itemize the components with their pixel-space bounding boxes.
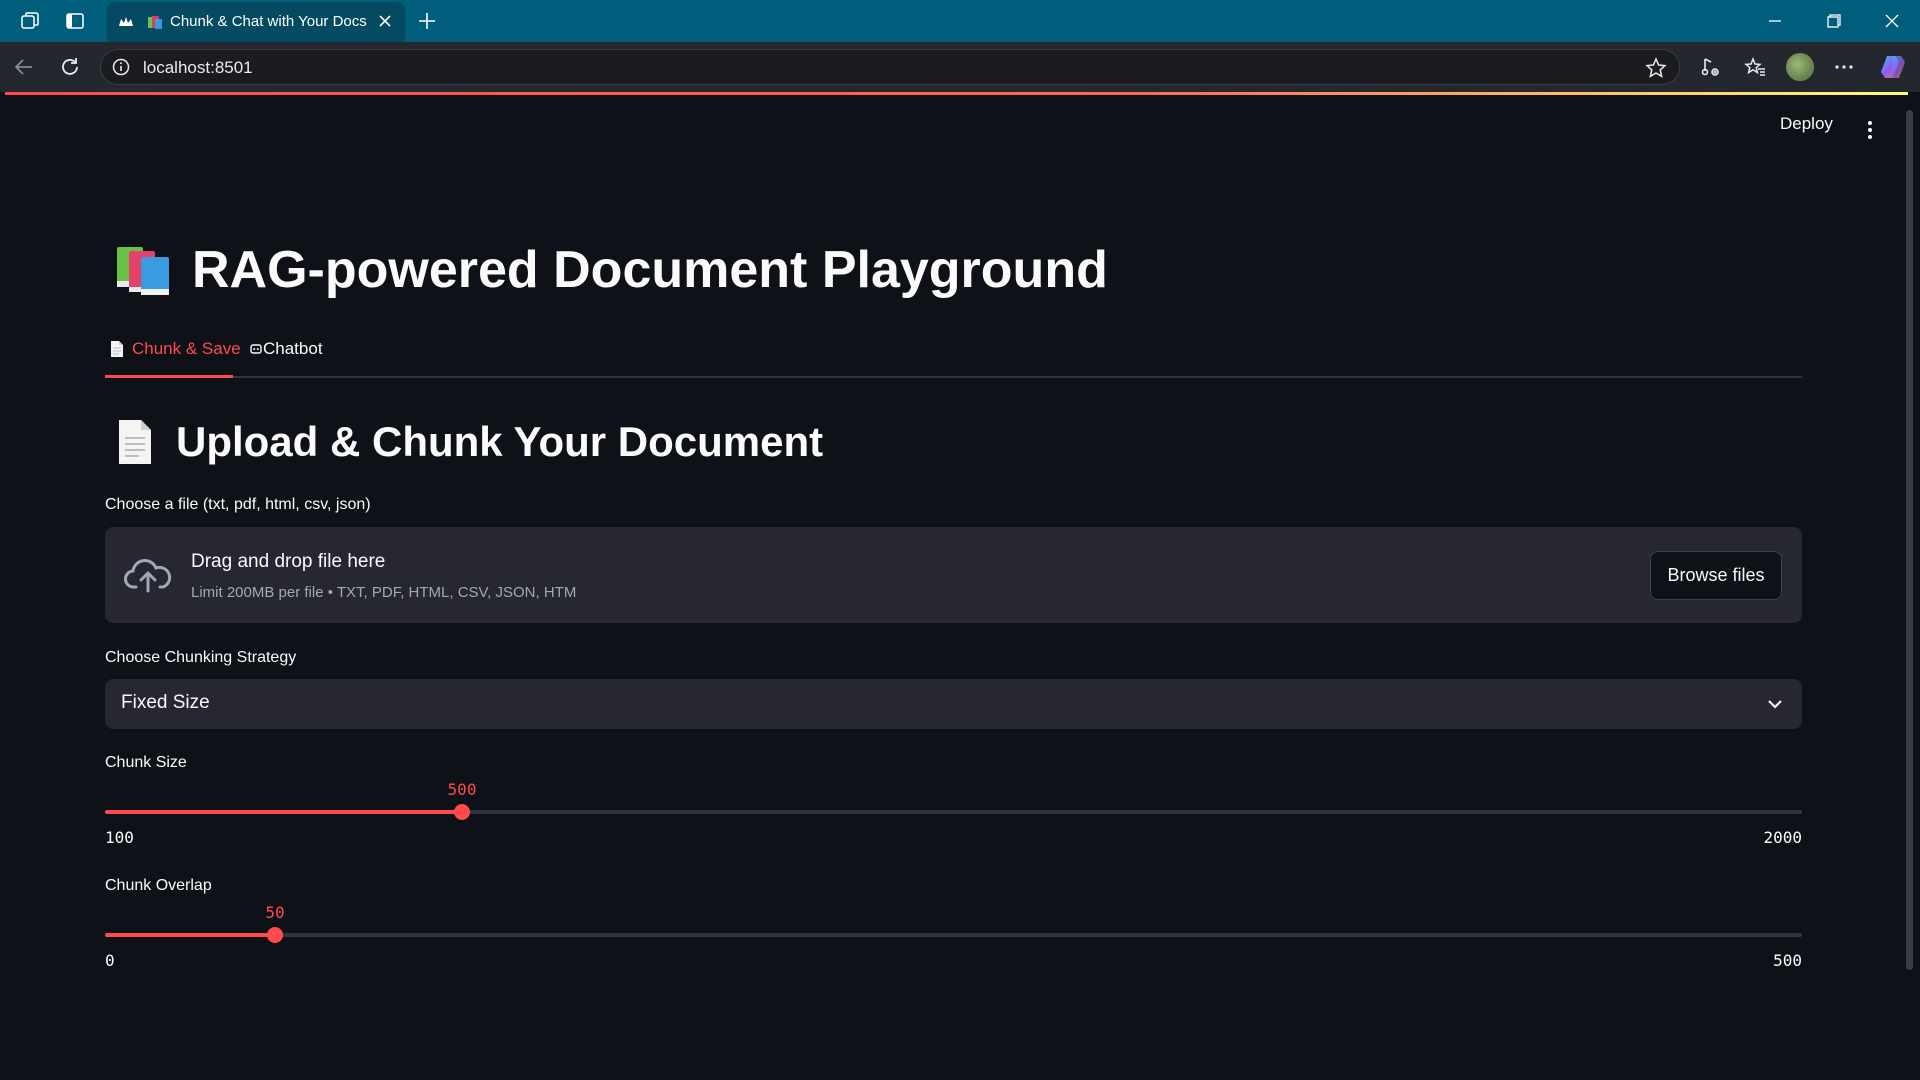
restore-icon[interactable]: [1806, 0, 1862, 42]
chunk-size-slider[interactable]: 500 100 2000: [105, 780, 1802, 850]
slider-min: 0: [105, 951, 115, 970]
tab-chatbot-label: Chatbot: [263, 339, 323, 358]
favorites-icon[interactable]: [1742, 54, 1768, 80]
tab-chunk-save-label: Chunk & Save: [132, 339, 241, 358]
slider-track[interactable]: [105, 933, 1802, 937]
chevron-down-icon: [1768, 700, 1782, 709]
chunk-overlap-label: Chunk Overlap: [105, 877, 212, 894]
dropzone-title: Drag and drop file here: [191, 551, 386, 572]
page-title: RAG-powered Document Playground: [192, 241, 1108, 299]
copilot-icon[interactable]: [1879, 54, 1907, 80]
strategy-label: Choose Chunking Strategy: [105, 649, 297, 666]
page-facing-up-icon: [111, 341, 123, 357]
chunk-overlap-slider[interactable]: 50 0 500: [105, 903, 1802, 973]
tab-actions-icon[interactable]: [63, 9, 87, 33]
books-emoji-icon: [148, 16, 162, 29]
address-bar-row: localhost:8501: [0, 42, 1920, 92]
more-icon[interactable]: [1831, 54, 1857, 80]
page-facing-up-icon: [119, 420, 151, 464]
tab-chunk-save[interactable]: Chunk & Save: [105, 336, 241, 378]
slider-thumb[interactable]: [454, 804, 470, 820]
avatar[interactable]: [1786, 53, 1814, 81]
scrollbar[interactable]: [1906, 110, 1913, 970]
dropzone-subtitle: Limit 200MB per file • TXT, PDF, HTML, C…: [191, 584, 577, 601]
streamlit-crown-icon: [119, 17, 133, 26]
books-emoji-icon: [117, 247, 169, 295]
kebab-menu-icon[interactable]: [1866, 120, 1874, 140]
slider-min: 100: [105, 828, 134, 847]
slider-fill: [105, 810, 462, 814]
url-text[interactable]: localhost:8501: [143, 58, 253, 78]
back-arrow-icon[interactable]: [11, 54, 37, 80]
browse-files-button[interactable]: Browse files: [1650, 551, 1782, 600]
slider-thumb[interactable]: [267, 927, 283, 943]
info-icon[interactable]: [112, 58, 130, 76]
slider-max: 2000: [1763, 828, 1802, 847]
chunking-strategy-select[interactable]: Fixed Size: [105, 679, 1802, 729]
slider-max: 500: [1773, 951, 1802, 970]
tab-list: Chunk & Save Chatbot: [105, 336, 1802, 378]
tab-chatbot[interactable]: Chatbot: [250, 336, 334, 376]
uploader-label: Choose a file (txt, pdf, html, csv, json…: [105, 496, 371, 513]
refresh-icon[interactable]: [57, 54, 83, 80]
select-value: Fixed Size: [121, 692, 210, 713]
url-bar[interactable]: localhost:8501: [100, 49, 1680, 85]
chunk-size-label: Chunk Size: [105, 754, 187, 771]
slider-fill: [105, 933, 275, 937]
section-title: Upload & Chunk Your Document: [176, 418, 824, 465]
slider-value: 50: [265, 903, 285, 922]
cloud-upload-icon: [124, 559, 172, 593]
file-dropzone[interactable]: Drag and drop file here Limit 200MB per …: [105, 527, 1802, 623]
workspaces-icon[interactable]: [18, 9, 42, 33]
star-icon[interactable]: [1645, 57, 1667, 79]
robot-icon: [250, 344, 262, 354]
browser-tab-bar: Chunk & Chat with Your Docs: [0, 0, 1920, 42]
slider-value: 500: [447, 780, 477, 799]
plus-icon[interactable]: [414, 8, 440, 34]
read-aloud-icon[interactable]: [1698, 54, 1724, 80]
tab-title: Chunk & Chat with Your Docs: [170, 13, 367, 30]
browser-tab-active[interactable]: Chunk & Chat with Your Docs: [107, 2, 405, 42]
close-icon[interactable]: [375, 11, 395, 31]
deploy-button[interactable]: Deploy: [1780, 114, 1833, 134]
minimize-icon[interactable]: [1747, 0, 1803, 42]
close-window-icon[interactable]: [1864, 0, 1920, 42]
